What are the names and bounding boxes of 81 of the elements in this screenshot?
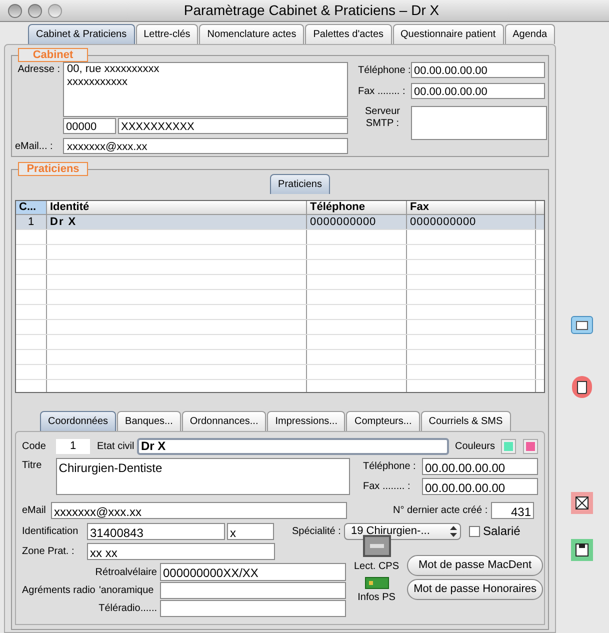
key-field[interactable]: x [227,522,274,540]
teleradio-field[interactable] [160,600,346,617]
tab[interactable]: Coordonnées [40,411,116,431]
field-label: Identification [22,524,80,538]
panoramic-field[interactable] [160,582,346,599]
table-cell: 0000000000 [307,215,407,229]
tab[interactable]: Lettre-clés [136,24,198,44]
retroalveolar-field[interactable]: 000000000XX/XX [160,563,346,581]
zoom-window-icon[interactable] [48,4,62,18]
column-header[interactable]: Fax [407,201,536,214]
table-cell: Dr X [47,215,307,229]
field-label: N° dernier acte créé : [393,504,489,518]
close-window-icon[interactable] [8,4,22,18]
field-label: Fax ........ : [363,480,412,494]
tab[interactable]: Ordonnances... [182,411,266,431]
last-act-number-field[interactable]: 431 [491,502,534,519]
field-label: eMail... : [15,140,54,154]
chip-card-icon[interactable] [364,577,389,589]
group-legend: Cabinet [18,48,88,62]
tab[interactable]: Banques... [117,411,181,431]
field-label: Fax ........ : [358,84,406,98]
field-label: Etat civil [97,440,136,454]
tab[interactable]: Courriels & SMS [420,411,511,431]
field-label: Couleurs [454,440,496,454]
password-button[interactable]: Mot de passe MacDent [407,555,544,576]
group-legend: Praticiens [18,162,88,176]
field-label: Adresse : [16,63,61,77]
field-label: eMail [22,504,47,518]
email-field[interactable]: xxxxxxx@xxx.xx [51,502,347,519]
field-label: Téléphone : [358,64,411,78]
tab[interactable]: Impressions... [267,411,346,431]
tab[interactable]: Compteurs... [346,411,420,431]
column-header[interactable]: Identité [47,201,307,214]
table-row[interactable]: 1 Dr X 0000000000 0000000000 [16,215,544,230]
address-field[interactable]: 00, rue xxxxxxxxxx xxxxxxxxxxx [63,62,348,117]
civil-status-field[interactable]: Dr X [137,438,449,455]
fax-field[interactable]: 00.00.00.00.00 [411,83,545,99]
color-swatch[interactable] [523,439,538,454]
specialty-dropdown[interactable]: 19 Chirurgien-... [344,522,461,540]
email-field[interactable]: xxxxxxx@xxx.xx [63,138,348,154]
checkbox[interactable] [469,526,480,536]
field-label: Téléradio...... [98,602,158,616]
field-label: Zone Prat. : [22,545,76,559]
table-cell: 0000000000 [407,215,536,229]
phone-field[interactable]: 00.00.00.00.00 [422,458,538,475]
field-label: Agréments radio [22,584,96,598]
minimize-window-icon[interactable] [28,4,42,18]
icon-label: Lect. CPS [354,560,400,574]
field-label: Code [22,440,47,454]
column-header[interactable]: Téléphone [307,201,407,214]
field-label: Serveur SMTP : [364,106,401,131]
window-title: Paramètrage Cabinet & Praticiens – Dr X [184,1,440,20]
save-icon[interactable] [571,539,593,561]
card-reader-icon[interactable] [362,535,391,557]
color-swatch[interactable] [501,439,516,454]
city-field[interactable]: XXXXXXXXXX [118,118,348,134]
smtp-server-field[interactable] [411,106,547,140]
checkbox-label: Salarié [483,523,520,540]
title-field[interactable]: Chirurgien-Dentiste [56,458,350,495]
field-label: Spécialité : [292,524,342,538]
practice-zone-field[interactable]: xx xx [87,543,275,560]
code-field[interactable]: 1 [56,439,90,454]
postal-code-field[interactable]: 00000 [63,118,116,134]
tab[interactable]: Agenda [504,24,556,44]
table-cell: 1 [16,215,47,229]
tab[interactable]: Questionnaire patient [392,24,504,44]
phone-field[interactable]: 00.00.00.00.00 [411,62,545,78]
icon-label: Infos PS [358,591,396,605]
tab[interactable]: Cabinet & Praticiens [28,24,135,44]
field-label: Titre [22,459,43,473]
tab[interactable]: Palettes d'actes [305,24,392,44]
fax-field[interactable]: 00.00.00.00.00 [422,478,538,495]
password-button[interactable]: Mot de passe Honoraires [407,579,544,600]
tab[interactable]: Praticiens [270,174,330,194]
field-label: Téléphone : [363,460,417,474]
tab[interactable]: Nomenclature actes [199,24,304,44]
stepper-arrows-icon [450,526,457,536]
column-header[interactable]: C... [16,201,47,214]
field-label: Rétroalvélaire [94,566,158,580]
identification-field[interactable]: 31400843 [87,522,225,540]
field-label: 'anoramique [99,584,155,598]
